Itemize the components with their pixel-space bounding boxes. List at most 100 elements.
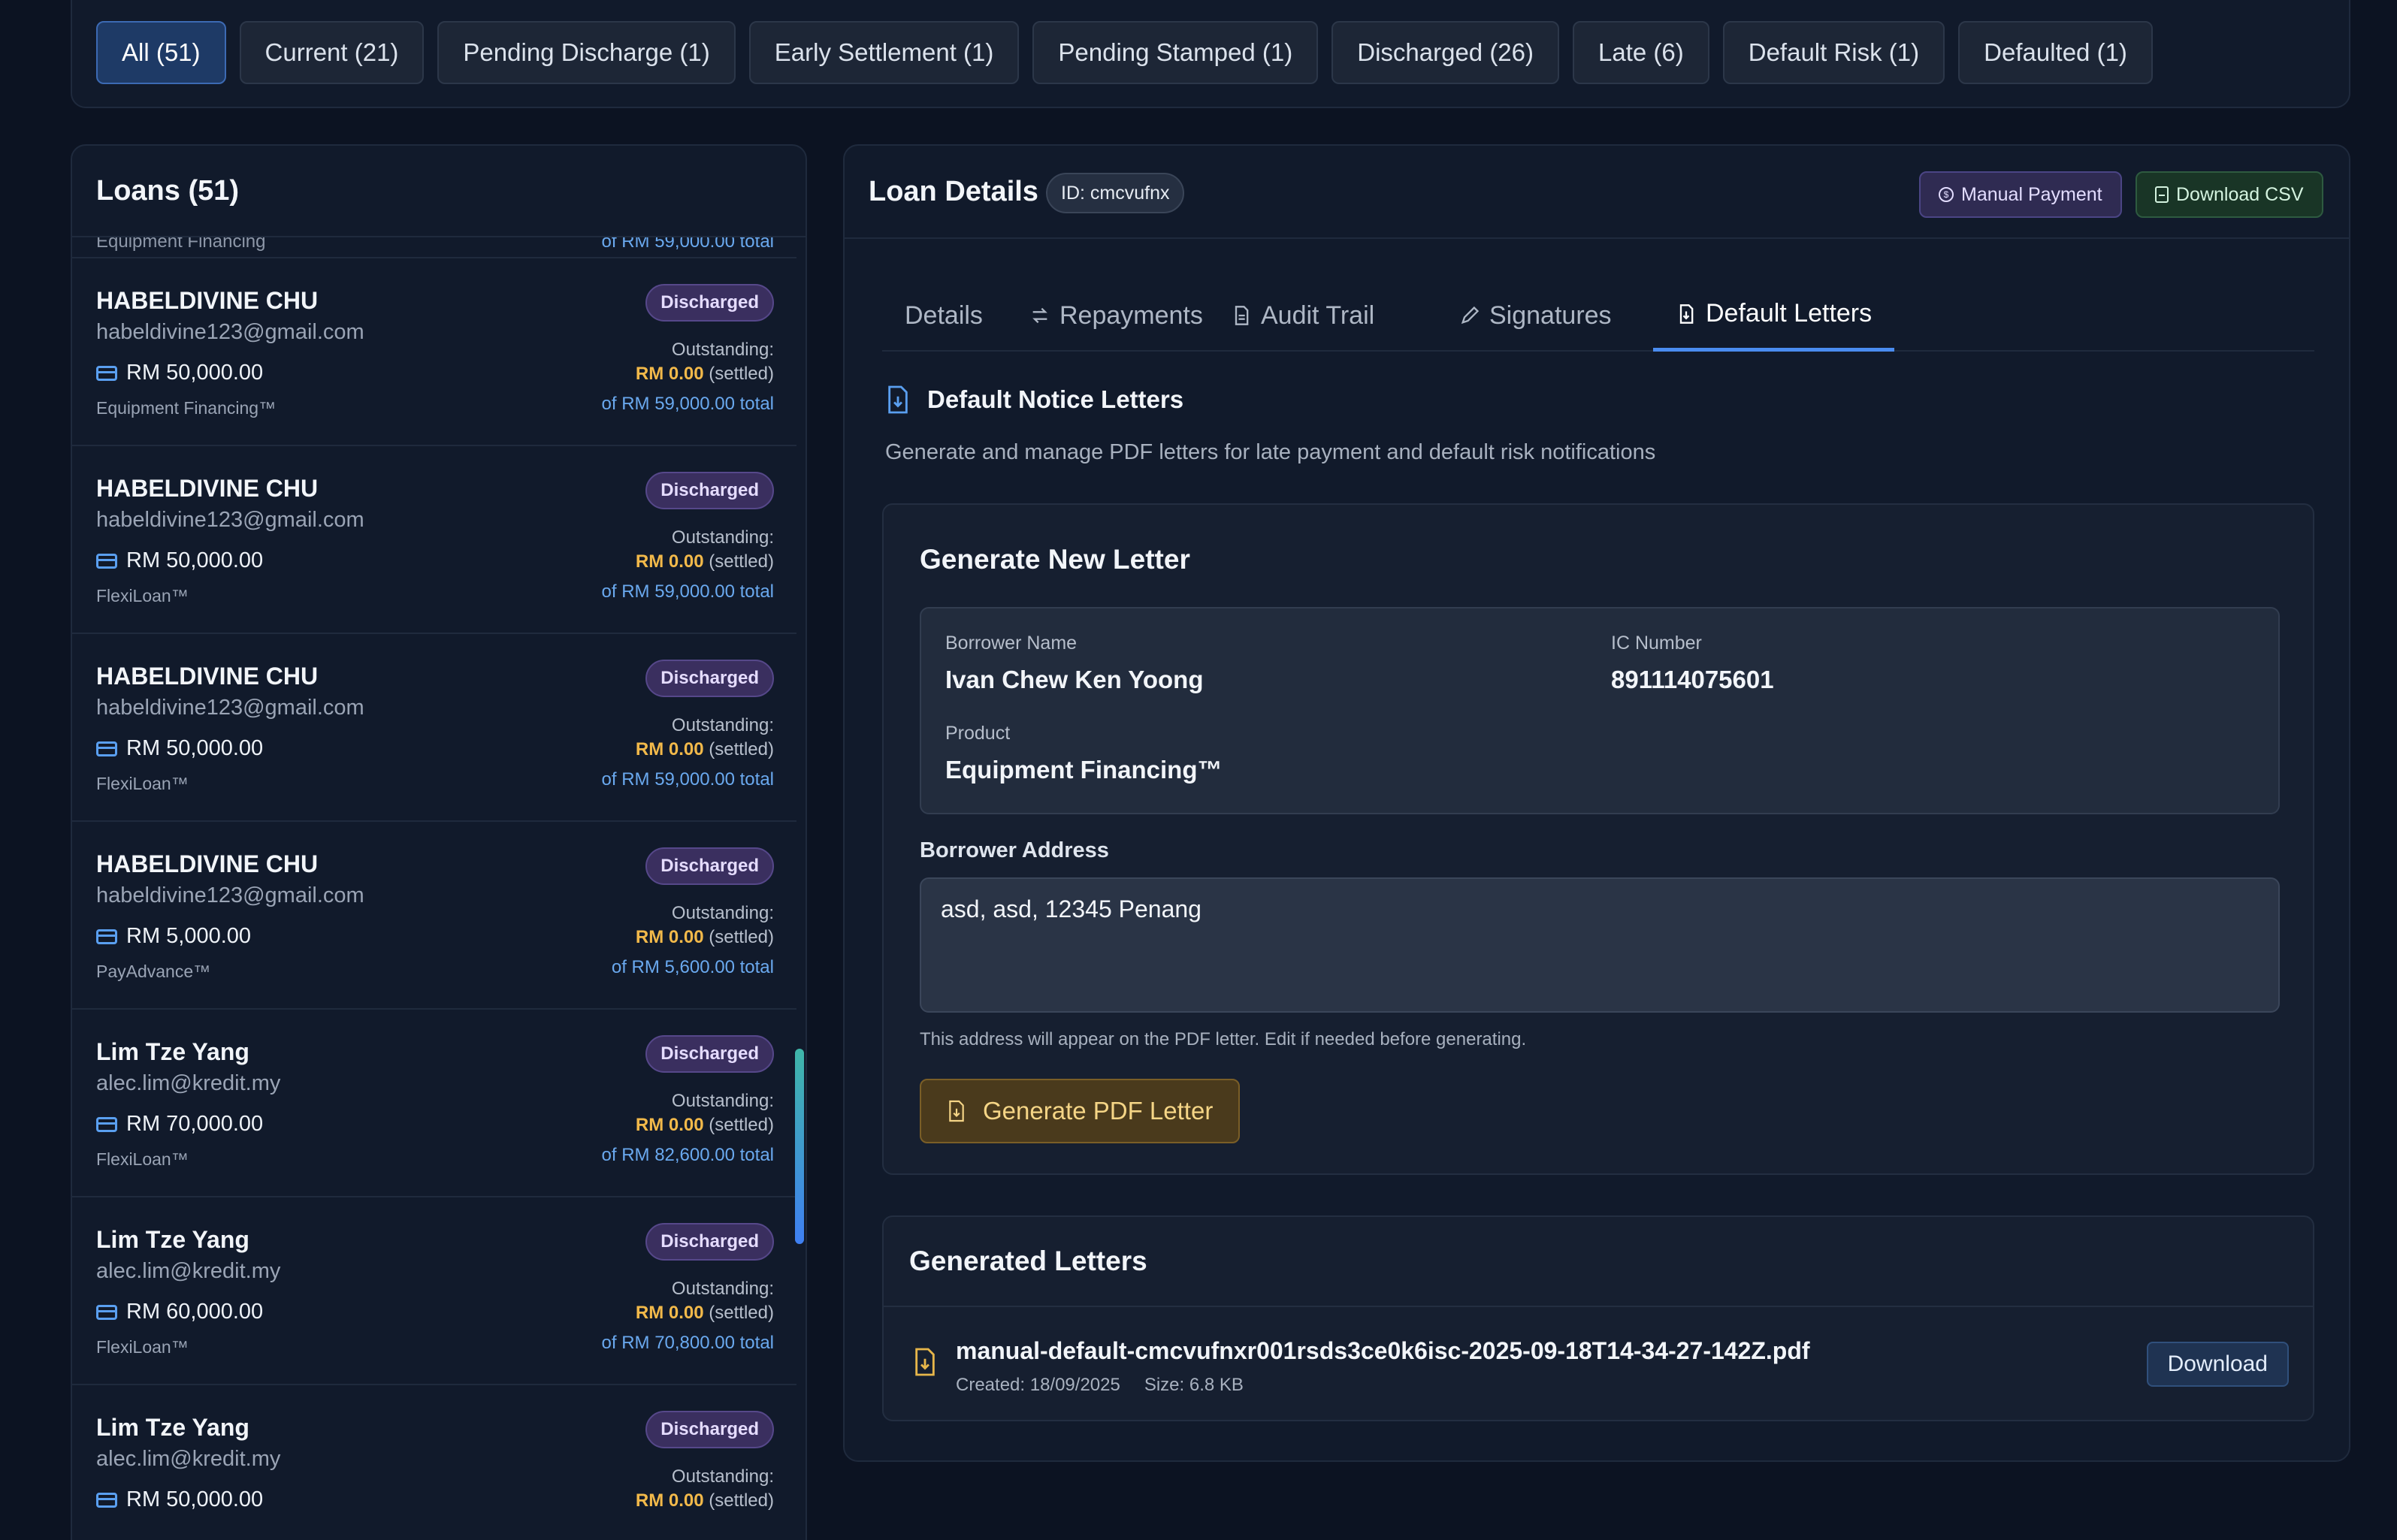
outstanding-value: RM 0.00 (settled) (636, 551, 774, 572)
outstanding-label: Outstanding: (671, 340, 774, 360)
outstanding-label: Outstanding: (671, 1279, 774, 1299)
outstanding-amount: RM 0.00 (635, 927, 704, 947)
letter-row: manual-default-cmcvufnxr001rsds3ce0k6isc… (884, 1307, 2313, 1420)
download-letter-button[interactable]: Download (2146, 1342, 2289, 1387)
borrower-name: Lim Tze Yang (96, 1038, 249, 1065)
borrower-name: Lim Tze Yang (96, 1226, 249, 1253)
loan-list: HABELDIVINE CHU habeldivine123@gmail.com R… (72, 258, 796, 1540)
settled-suffix: (settled) (709, 739, 774, 759)
details-header: Loan Details ID: cmcvufnx $ Manual Payme… (845, 146, 2349, 239)
generated-letters-title: Generated Letters (884, 1217, 2313, 1307)
filter-chip-row: All (51) Current (21) Pending Discharge … (96, 21, 2153, 84)
credit-card-icon (96, 1116, 117, 1132)
credit-card-icon (96, 1304, 117, 1320)
tab-label: Repayments (1059, 300, 1203, 330)
status-badge: Discharged (645, 1035, 774, 1073)
tab-label: Signatures (1489, 300, 1612, 330)
borrower-name: HABELDIVINE CHU (96, 663, 319, 690)
borrower-address-label: Borrower Address (920, 838, 1109, 862)
tab-repayments[interactable]: Repayments (1007, 279, 1226, 352)
loan-total: of RM 59,000.00 total (601, 581, 774, 602)
filter-early-settlement[interactable]: Early Settlement (1) (748, 21, 1020, 84)
section-description: Generate and manage PDF letters for late… (885, 440, 1656, 464)
tab-signatures[interactable]: Signatures (1437, 279, 1634, 352)
generated-letters-card: Generated Letters manual-default-cmcvufn… (882, 1215, 2314, 1421)
status-badge: Discharged (645, 660, 774, 697)
borrower-address-input[interactable] (920, 877, 2280, 1013)
filter-discharged[interactable]: Discharged (26) (1331, 21, 1560, 84)
tab-label: Default Letters (1706, 299, 1873, 328)
status-badge: Discharged (645, 472, 774, 509)
product-value: Equipment Financing™ (945, 756, 1223, 784)
filter-all[interactable]: All (51) (96, 21, 226, 84)
loan-product: FlexiLoan™ (96, 774, 189, 793)
tab-default-letters[interactable]: Default Letters (1653, 279, 1895, 352)
loan-amount-value: RM 5,000.00 (126, 924, 252, 948)
outstanding-amount: RM 0.00 (635, 739, 704, 759)
loan-product: Equipment Financing™ (96, 398, 277, 418)
filter-default-risk[interactable]: Default Risk (1) (1722, 21, 1945, 84)
outstanding-label: Outstanding: (671, 903, 774, 923)
file-icon (2155, 186, 2169, 203)
filter-pending-stamped[interactable]: Pending Stamped (1) (1032, 21, 1319, 84)
loan-product: FlexiLoan™ (96, 1337, 189, 1357)
loan-amount-value: RM 50,000.00 (126, 361, 264, 385)
loan-total: of RM 59,000.00 total (601, 394, 774, 414)
file-download-icon (1679, 303, 1694, 324)
loan-list-item[interactable]: HABELDIVINE CHU habeldivine123@gmail.com R… (72, 634, 796, 822)
borrower-name: Lim Tze Yang (96, 1414, 249, 1441)
outstanding-value: RM 0.00 (settled) (636, 927, 774, 948)
loan-list-item[interactable]: Lim Tze Yang alec.lim@kredit.my RM 60,000.… (72, 1197, 796, 1385)
loan-total: of RM 70,800.00 total (601, 1333, 774, 1353)
letter-created: Created: 18/09/2025 (956, 1375, 1120, 1395)
loan-list-item[interactable]: Lim Tze Yang alec.lim@kredit.my RM 70,000.… (72, 1010, 796, 1197)
loan-list-item[interactable]: Lim Tze Yang alec.lim@kredit.my RM 50,000.… (72, 1385, 796, 1540)
loans-title: Loans (51) (72, 146, 806, 237)
loan-amount: RM 50,000.00 (96, 736, 263, 761)
tab-details[interactable]: Details (882, 279, 1005, 352)
loan-list-scroll[interactable]: Equipment Financing of RM 59,000.00 tota… (72, 237, 806, 1540)
loan-product: Equipment Financing (96, 237, 266, 252)
scrollbar-thumb[interactable] (795, 1049, 804, 1244)
outstanding-amount: RM 0.00 (635, 1115, 704, 1135)
borrower-email: alec.lim@kredit.my (96, 1259, 281, 1283)
download-csv-button[interactable]: Download CSV (2136, 171, 2323, 218)
borrower-email: habeldivine123@gmail.com (96, 883, 364, 907)
borrower-name: HABELDIVINE CHU (96, 475, 319, 502)
loan-total: of RM 59,000.00 total (601, 237, 774, 252)
settled-suffix: (settled) (709, 364, 774, 384)
ic-number-value: 891114075601 (1611, 666, 1774, 693)
outstanding-amount: RM 0.00 (635, 551, 704, 572)
generate-pdf-button[interactable]: Generate PDF Letter (920, 1079, 1241, 1143)
generate-pdf-label: Generate PDF Letter (983, 1097, 1214, 1125)
filter-late[interactable]: Late (6) (1573, 21, 1709, 84)
filter-pending-discharge[interactable]: Pending Discharge (1) (437, 21, 736, 84)
loan-item-partial[interactable]: Equipment Financing of RM 59,000.00 tota… (72, 237, 796, 258)
manual-payment-button[interactable]: $ Manual Payment (1919, 171, 2122, 218)
tab-audit-trail[interactable]: Audit Trail (1208, 279, 1397, 352)
outstanding-amount: RM 0.00 (635, 1490, 704, 1511)
loan-total: of RM 82,600.00 total (601, 1145, 774, 1165)
loan-amount: RM 50,000.00 (96, 361, 263, 385)
loan-list-item[interactable]: HABELDIVINE CHU habeldivine123@gmail.com R… (72, 822, 796, 1010)
loan-total: of RM 59,000.00 total (601, 769, 774, 790)
letter-meta: Created: 18/09/2025 Size: 6.8 KB (956, 1375, 1244, 1396)
loan-list-item[interactable]: HABELDIVINE CHU habeldivine123@gmail.com R… (72, 258, 796, 446)
pen-icon (1461, 306, 1480, 325)
status-badge: Discharged (645, 1223, 774, 1261)
loan-amount: RM 70,000.00 (96, 1112, 263, 1137)
outstanding-amount: RM 0.00 (635, 364, 704, 384)
filter-current[interactable]: Current (21) (239, 21, 425, 84)
credit-card-icon (96, 365, 117, 381)
outstanding-value: RM 0.00 (settled) (636, 739, 774, 760)
status-badge: Discharged (645, 1411, 774, 1448)
ic-number-label: IC Number (1611, 633, 1702, 654)
outstanding-label: Outstanding: (671, 1466, 774, 1487)
outstanding-value: RM 0.00 (settled) (636, 364, 774, 385)
loan-list-item[interactable]: HABELDIVINE CHU habeldivine123@gmail.com R… (72, 446, 796, 634)
outstanding-value: RM 0.00 (settled) (636, 1115, 774, 1136)
filter-defaulted[interactable]: Defaulted (1) (1958, 21, 2153, 84)
loan-amount: RM 50,000.00 (96, 1487, 263, 1512)
loan-id-badge: ID: cmcvufnx (1046, 173, 1185, 213)
settled-suffix: (settled) (709, 927, 774, 947)
